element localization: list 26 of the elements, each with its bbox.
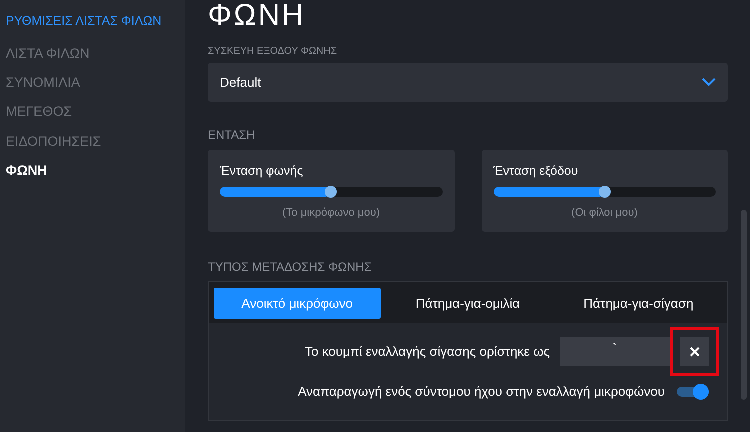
slider-label: Ένταση φωνής bbox=[220, 163, 304, 180]
slider-thumb[interactable] bbox=[325, 186, 338, 198]
close-icon bbox=[690, 346, 700, 356]
sidebar-item[interactable]: ΦΩΝΗ bbox=[6, 160, 185, 181]
scrollbar-thumb[interactable] bbox=[741, 210, 747, 400]
slider-caption: (Οι φίλοι μου) bbox=[570, 206, 639, 221]
toggle-label: Αναπαραγωγή ενός σύντομου ήχου στην εναλλαγή μικροφώνου bbox=[298, 383, 665, 401]
sidebar-title: ΡΥΘΜΙΣΕΙΣ ΛΙΣΤΑΣ ΦΙΛΩΝ bbox=[6, 13, 163, 30]
chevron-down-icon bbox=[702, 78, 716, 87]
slider-caption: (Το μικρόφωνο μου) bbox=[281, 206, 382, 221]
slider-track[interactable] bbox=[220, 186, 442, 197]
slider-label: Ένταση εξόδου bbox=[494, 163, 580, 180]
section-label: ΕΝΤΑΣΗ bbox=[208, 127, 256, 144]
slider-track[interactable] bbox=[494, 186, 716, 197]
key-field[interactable]: ` bbox=[560, 337, 670, 366]
transmission-tab[interactable]: Πάτημα-για-σίγαση bbox=[555, 288, 722, 319]
transmission-tab[interactable]: Πάτημα-για-ομιλία bbox=[384, 288, 552, 319]
slider-thumb[interactable] bbox=[598, 186, 611, 198]
dropdown-value: Default bbox=[220, 74, 262, 92]
section-label: ΣΥΣΚΕΥΗ ΕΞΟΔΟΥ ΦΩΝΗΣ bbox=[208, 46, 338, 58]
clear-button[interactable] bbox=[680, 337, 709, 366]
output-device-dropdown[interactable]: Default bbox=[208, 63, 728, 102]
section-label: ΤΥΠΟΣ ΜΕΤΑΔΟΣΗΣ ΦΩΝΗΣ bbox=[208, 259, 373, 276]
sound-toggle[interactable] bbox=[677, 386, 709, 397]
page-title: ΦΩΝΗ bbox=[208, 0, 307, 34]
key-label: Το κουμπί εναλλαγής σίγασης ορίστηκε ως bbox=[304, 342, 550, 361]
